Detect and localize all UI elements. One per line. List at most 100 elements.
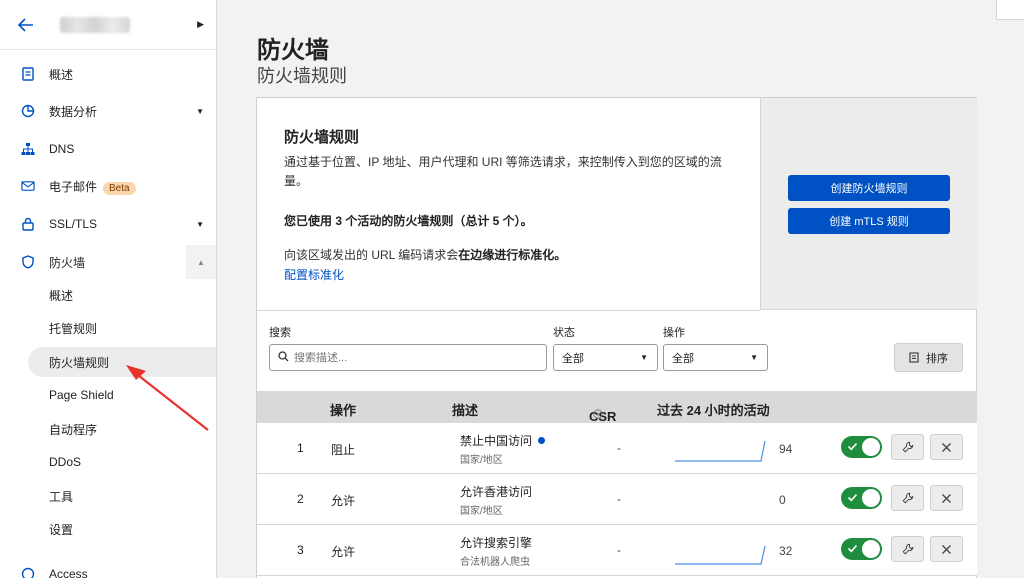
sidebar-item-label: SSL/TLS <box>49 217 98 231</box>
chevron-down-icon: ▼ <box>750 353 758 362</box>
sort-icon <box>909 352 919 363</box>
normalization-text: 向该区域发出的 URL 编码请求会 <box>284 248 459 262</box>
sidebar-item-firewall[interactable]: 防火墙 ▲ <box>0 245 216 279</box>
intro-description: 通过基于位置、IP 地址、用户代理和 URI 等筛选请求，来控制传入到您的区域的… <box>284 155 722 188</box>
col-header-activity: 过去 24 小时的活动 <box>657 403 770 418</box>
action-label: 操作 <box>663 327 685 339</box>
close-icon <box>942 442 951 452</box>
sidebar-item-label: Access <box>49 567 88 578</box>
check-icon <box>847 544 858 553</box>
page-subtitle: 防火墙规则 <box>257 66 347 86</box>
intro-section: 防火墙规则 通过基于位置、IP 地址、用户代理和 URI 等筛选请求，来控制传入… <box>257 98 760 310</box>
rule-enabled-toggle[interactable] <box>841 487 882 509</box>
activity-sparkline <box>675 440 766 462</box>
main-content: 防火墙 防火墙规则 防火墙规则 通过基于位置、IP 地址、用户代理和 URI 等… <box>217 0 1024 578</box>
rule-enabled-toggle[interactable] <box>841 436 882 458</box>
sidebar-sub-overview[interactable]: 概述 <box>28 280 216 310</box>
sidebar-item-label: 电子邮件 <box>49 179 98 194</box>
edit-rule-button[interactable] <box>891 485 924 511</box>
sidebar-sub-managed-rules[interactable]: 托管规则 <box>28 313 216 343</box>
action-panel: 创建防火墙规则 创建 mTLS 规则 <box>760 98 977 310</box>
new-indicator-dot <box>538 437 546 444</box>
rule-priority: 2 <box>297 492 304 506</box>
table-row[interactable]: 2 允许 允许香港访问 国家/地区 - 0 <box>257 474 977 525</box>
col-header-action: 操作 <box>330 403 357 418</box>
close-icon <box>942 493 951 503</box>
caret-right-icon[interactable]: ▶ <box>197 19 204 30</box>
rule-csr: - <box>617 543 621 557</box>
rule-title: 允许搜索引擎 <box>460 536 533 550</box>
activity-sparkline <box>675 545 766 565</box>
sidebar: ▶ 概述 数据分析 ▼ DNS 电子邮件 Beta SSL/TLS ▼ 防火墙 … <box>0 0 217 578</box>
rule-title: 禁止中国访问 <box>460 434 533 448</box>
create-mtls-rule-button[interactable]: 创建 mTLS 规则 <box>788 208 950 234</box>
sidebar-item-label-wrap: 电子邮件 Beta <box>49 178 136 195</box>
search-icon <box>278 349 289 367</box>
sort-button[interactable]: 排序 <box>894 343 963 372</box>
rule-action: 允许 <box>331 545 356 559</box>
rule-enabled-toggle[interactable] <box>841 538 882 560</box>
action-select-value: 全部 <box>672 352 694 365</box>
caret-down-icon: ▼ <box>196 219 204 229</box>
caret-up-icon[interactable]: ▲ <box>186 245 216 279</box>
sidebar-item-overview[interactable]: 概述 <box>0 57 216 91</box>
chart-pie-icon <box>21 104 35 118</box>
rule-csr: - <box>617 492 621 506</box>
sidebar-item-email[interactable]: 电子邮件 Beta <box>0 169 216 203</box>
wrench-icon <box>901 441 913 453</box>
email-icon <box>21 179 35 193</box>
activity-count: 0 <box>779 493 786 507</box>
check-icon <box>847 442 858 451</box>
rule-title-wrap: 禁止中国访问 <box>460 432 546 449</box>
sidebar-sub-ddos[interactable]: DDoS <box>28 447 216 477</box>
network-icon <box>21 142 35 156</box>
sidebar-item-access[interactable]: Access <box>0 557 216 578</box>
beta-badge: Beta <box>103 181 136 195</box>
search-field[interactable] <box>269 344 547 371</box>
delete-rule-button[interactable] <box>930 485 963 511</box>
chevron-down-icon: ▼ <box>640 353 648 362</box>
table-header: 操作 描述 CSR 过去 24 小时的活动 <box>257 391 977 424</box>
create-firewall-rule-button[interactable]: 创建防火墙规则 <box>788 175 950 201</box>
firewall-rules-card: 防火墙规则 通过基于位置、IP 地址、用户代理和 URI 等筛选请求，来控制传入… <box>256 97 977 578</box>
edit-rule-button[interactable] <box>891 434 924 460</box>
delete-rule-button[interactable] <box>930 434 963 460</box>
sort-label: 排序 <box>926 352 948 365</box>
status-select[interactable]: 全部 ▼ <box>553 344 658 371</box>
rule-action: 阻止 <box>331 443 356 457</box>
sidebar-item-analytics[interactable]: 数据分析 ▼ <box>0 94 216 128</box>
configure-normalization-link[interactable]: 配置标准化 <box>284 266 344 283</box>
account-name-blurred[interactable] <box>60 16 130 33</box>
action-select[interactable]: 全部 ▼ <box>663 344 768 371</box>
delete-rule-button[interactable] <box>930 536 963 562</box>
back-arrow-icon[interactable] <box>16 15 36 35</box>
app-root: ▶ 概述 数据分析 ▼ DNS 电子邮件 Beta SSL/TLS ▼ 防火墙 … <box>0 0 1024 578</box>
intro-title: 防火墙规则 <box>284 129 360 146</box>
rule-priority: 3 <box>297 543 304 557</box>
rule-csr: - <box>617 441 621 455</box>
search-input[interactable] <box>294 351 534 364</box>
col-header-description: 描述 <box>452 403 479 418</box>
info-icon[interactable] <box>593 409 603 419</box>
sidebar-item-ssl-tls[interactable]: SSL/TLS ▼ <box>0 207 216 241</box>
rule-title: 允许香港访问 <box>460 485 533 499</box>
edit-rule-button[interactable] <box>891 536 924 562</box>
sidebar-sub-tools[interactable]: 工具 <box>28 481 216 511</box>
rule-subtitle: 合法机器人爬虫 <box>460 557 530 568</box>
sidebar-item-label: DNS <box>49 142 75 156</box>
normalization-note: 向该区域发出的 URL 编码请求会在边缘进行标准化。 <box>284 246 566 263</box>
sidebar-item-label: 概述 <box>49 67 74 82</box>
access-icon <box>21 567 35 578</box>
sidebar-item-label: 数据分析 <box>49 104 98 119</box>
account-header: ▶ <box>0 0 216 50</box>
table-row[interactable]: 1 阻止 禁止中国访问 国家/地区 - 94 <box>257 423 977 474</box>
toggle-knob <box>862 489 880 507</box>
table-row[interactable]: 3 允许 允许搜索引擎 合法机器人爬虫 - 32 <box>257 525 977 576</box>
normalization-bold: 在边缘进行标准化。 <box>458 248 567 262</box>
sidebar-sub-settings[interactable]: 设置 <box>28 514 216 544</box>
document-icon <box>21 67 35 81</box>
activity-count: 32 <box>779 544 793 558</box>
caret-down-icon: ▼ <box>196 106 204 116</box>
sidebar-item-dns[interactable]: DNS <box>0 132 216 166</box>
toggle-knob <box>862 438 880 456</box>
